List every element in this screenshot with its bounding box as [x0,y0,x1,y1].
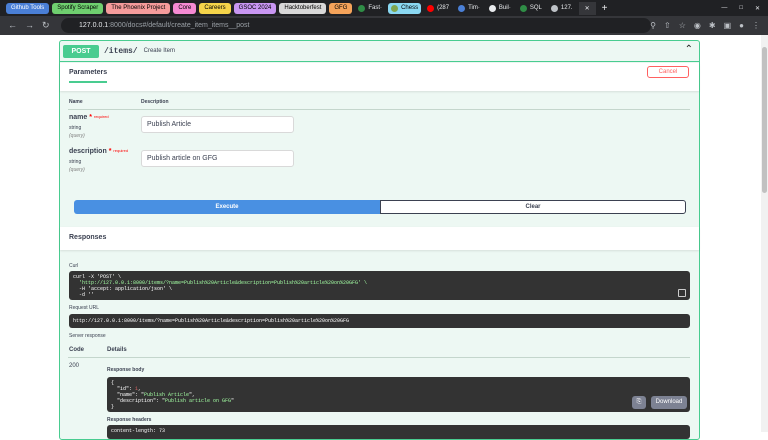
tab-label: SQL [529,5,542,11]
scrollbar-thumb[interactable] [762,47,767,193]
name-input[interactable]: Publish Article [141,116,294,133]
browser-tab[interactable]: Buil· [486,4,514,12]
request-url-label: Request URL [69,305,100,311]
response-body-label: Response body [107,367,145,373]
response-body-block[interactable]: { "id": 1, "name": "Publish Article", "d… [107,377,690,412]
browser-tab[interactable]: (287 [424,4,452,12]
back-icon[interactable]: ← [8,20,17,31]
browser-tab[interactable]: Tim· [455,4,483,12]
clear-button[interactable]: Clear [380,200,686,214]
tab-label: Buil· [498,5,511,11]
json-token: } [111,404,115,410]
active-tab-close-icon[interactable]: ✕ [578,1,596,15]
browser-tab[interactable]: Fast· [355,4,385,12]
globe-icon [550,4,558,12]
divider [68,357,690,358]
scrollbar[interactable] [761,35,768,432]
url-path: :8000/docs#/default/create_item_items__p… [108,22,250,29]
param-name-type: string [69,125,82,131]
operation-header[interactable]: POST /items/ Create Item ⌃ [60,41,699,62]
bookmark-chip[interactable]: Hacktoberfest [279,2,327,14]
param-description-label: description * required [69,148,129,155]
clipboard-icon[interactable]: ⎘ [632,396,646,409]
browser-tab[interactable]: Chess [388,2,422,14]
tab-label: 127. [560,5,573,11]
response-headers-label: Response headers [107,417,152,423]
details-header: Details [107,347,127,353]
json-line: } [111,404,686,410]
cancel-button[interactable]: Cancel [647,66,689,78]
bookmark-chip[interactable]: GFG [329,2,353,14]
tab-label: Chess [401,5,419,11]
responses-title: Responses [69,234,107,241]
url-field[interactable]: 127.0.0.1:8000/docs#/default/create_item… [61,18,651,33]
bookmark-chip[interactable]: Github Tools [6,2,50,14]
address-bar-row: ← → ↻ 127.0.0.1:8000/docs#/default/creat… [0,16,768,35]
url-host: 127.0.0.1 [79,22,109,29]
request-url-block[interactable]: http://127.0.0.1:8000/items/?name=Publis… [69,314,690,328]
bookmark-chip[interactable]: Core [173,2,197,14]
gfg-icon [358,4,366,12]
search-icon[interactable]: ⚲ [650,21,656,30]
extension-icon[interactable]: ◉ [694,21,701,30]
curl-label: Curl [69,263,79,269]
operation-block: POST /items/ Create Item ⌃ Parameters Ca… [59,40,700,440]
bookmark-chip[interactable]: The Phoenix Project [106,2,171,14]
param-name-in: (query) [69,133,85,139]
bookmark-chip[interactable]: Careers [199,2,231,14]
menu-icon[interactable]: ⋮ [752,21,760,30]
window-controls[interactable]: — □ ✕ [718,5,768,12]
param-description-type: string [69,159,82,165]
operation-summary: Create Item [143,48,175,54]
github-icon [488,4,496,12]
copy-icon[interactable] [678,289,686,297]
new-tab-icon[interactable]: + [599,3,611,14]
share-icon[interactable]: ⇧ [664,21,671,30]
profile-icon[interactable]: ● [739,21,744,30]
forward-icon[interactable]: → [25,20,34,31]
reload-icon[interactable]: ↻ [42,20,50,31]
gfg-icon [519,4,527,12]
curl-code-block[interactable]: curl -X 'POST' \ 'http://127.0.0.1:8000/… [69,271,690,300]
youtube-icon [427,4,435,12]
maximize-icon[interactable]: □ [739,5,743,11]
server-response-label: Server response [69,333,106,339]
parameters-title: Parameters [69,69,108,83]
param-description-in: (query) [69,167,85,173]
method-badge: POST [63,44,99,58]
bookmark-chip[interactable]: Spotify Scraper [52,2,104,14]
download-button[interactable]: Download [651,396,687,409]
response-headers-block[interactable]: content-length: 73 [107,425,690,439]
param-name-label: name * required [69,114,109,121]
browser-tab[interactable]: 127. [548,4,576,12]
chess-icon [391,4,399,12]
parameters-header: Parameters Cancel [60,63,699,91]
tab-label: Fast· [368,5,383,11]
close-icon[interactable]: ✕ [755,5,760,12]
responses-header: Responses [60,227,699,250]
json-token: "description": " [111,398,166,404]
bookmark-chip[interactable]: GSOC 2024 [233,2,277,14]
status-code: 200 [69,363,80,369]
browser-tab[interactable]: SQL [517,4,545,12]
curl-line: -d '' [73,292,95,298]
divider [68,109,690,110]
col-description-header: Description [141,99,169,105]
operation-path: /items/ [104,46,138,56]
doc-icon [458,4,466,12]
chevron-up-icon[interactable]: ⌃ [685,44,693,55]
minimize-icon[interactable]: — [721,5,727,11]
description-input[interactable]: Publish article on GFG [141,150,294,167]
tab-label: Tim· [468,5,480,11]
json-token: Publish article on GFG [165,398,232,404]
execute-button[interactable]: Execute [74,200,380,214]
bookmarks-bar: Github Tools Spotify Scraper The Phoenix P… [0,0,768,16]
code-header: Code [69,347,84,353]
tab-label: (287 [437,5,450,11]
star-icon[interactable]: ☆ [679,21,686,30]
sidepanel-icon[interactable]: ▣ [724,21,732,30]
puzzle-icon[interactable]: ✱ [709,21,716,30]
col-name-header: Name [69,99,83,105]
json-token: " [231,398,235,404]
